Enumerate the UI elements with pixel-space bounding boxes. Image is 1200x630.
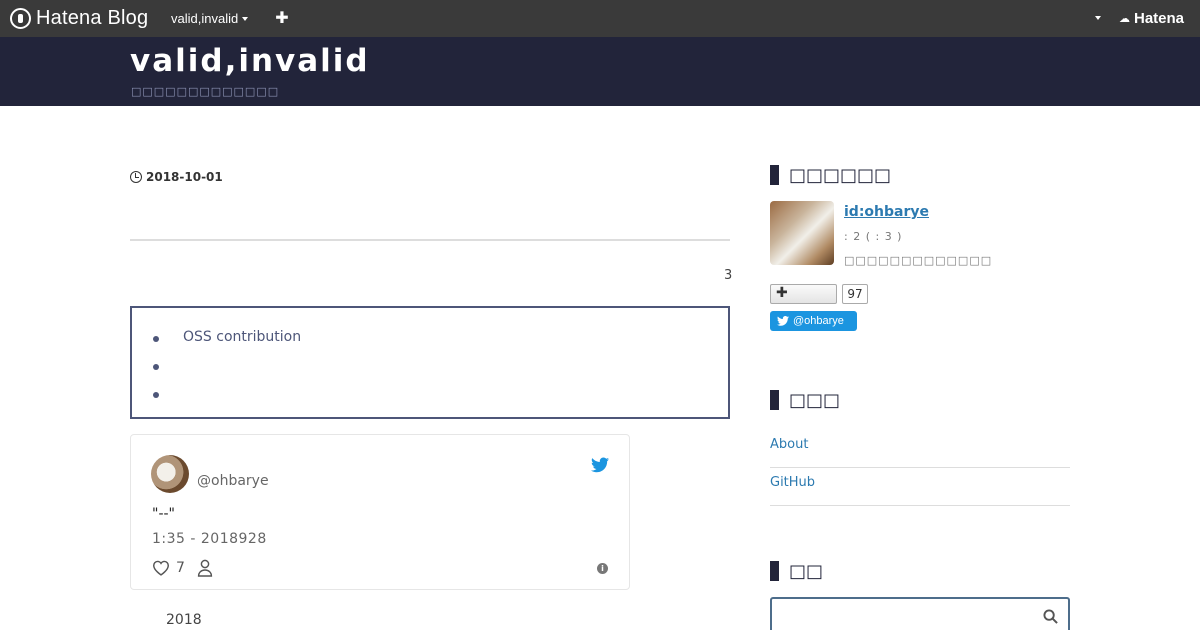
tweet-timestamp[interactable]: 1:35 - 2018928 [152, 531, 267, 547]
blog-header: valid,invalid □□□□□□□□□□□□□ [0, 37, 1200, 106]
search-icon[interactable] [1043, 609, 1058, 624]
twitter-bird-icon[interactable] [591, 457, 609, 473]
links-module-title: □□□ [770, 389, 841, 411]
heart-icon[interactable] [152, 560, 170, 576]
tweet-handle[interactable]: @ohbarye [197, 473, 269, 489]
title-bar-decoration [770, 165, 779, 185]
hatena-label: Hatena [1134, 10, 1185, 27]
new-post-button[interactable]: ✚ [274, 9, 290, 27]
hatena-home-link[interactable]: ☁ Hatena [1119, 10, 1184, 27]
title-bar-decoration [770, 561, 779, 581]
hatena-blog-logo[interactable]: Hatena Blog [10, 7, 148, 29]
search-module-title: □□ [770, 560, 824, 582]
archive-year[interactable]: 2018 [166, 612, 202, 628]
search-form [770, 597, 1070, 630]
toc-item[interactable]: OSS contribution [152, 329, 301, 357]
like-count: 7 [176, 560, 185, 576]
person-icon[interactable] [197, 559, 213, 577]
chevron-down-icon [242, 16, 249, 21]
tweet-actions: 7 [152, 559, 213, 577]
sidebar-link-about[interactable]: About [770, 430, 1070, 468]
tweet-text: "--" [152, 506, 175, 522]
twitter-follow-label: @ohbarye [793, 315, 844, 327]
links-title-text: □□□ [789, 389, 841, 411]
hatena-cloud-icon: ☁ [1119, 12, 1130, 25]
brand-label: Hatena Blog [36, 6, 149, 29]
blog-title[interactable]: valid,invalid [130, 43, 370, 79]
profile-reader-stats: : 2 ( : 3 ) [844, 230, 903, 243]
toc-list: OSS contribution [152, 329, 301, 413]
subscribe-button[interactable]: ✚ [770, 284, 837, 304]
profile-description: □□□□□□□□□□□□□ [844, 254, 993, 267]
user-menu-chevron-icon[interactable] [1095, 16, 1101, 20]
twitter-follow-button[interactable]: @ohbarye [770, 311, 857, 331]
profile-avatar[interactable] [770, 201, 834, 265]
global-header: Hatena Blog valid,invalid ✚ ☁ Hatena [0, 0, 1200, 37]
reader-count: 97 [842, 284, 868, 304]
entry-date[interactable]: 2018-10-01 [130, 170, 223, 184]
title-bar-decoration [770, 390, 779, 410]
entry-title-divider [130, 239, 730, 241]
table-of-contents: OSS contribution [130, 306, 730, 419]
blog-switcher[interactable]: valid,invalid [171, 11, 249, 26]
tweet-avatar[interactable] [151, 455, 189, 493]
info-icon[interactable]: i [597, 563, 608, 574]
search-input[interactable] [778, 603, 1028, 630]
hatena-logo-icon [10, 7, 31, 29]
sidebar-link-github[interactable]: GitHub [770, 468, 1070, 506]
entry-count: 3 [724, 268, 733, 283]
profile-id-link[interactable]: id:ohbarye [844, 204, 929, 220]
search-title-text: □□ [789, 560, 824, 582]
entry-date-text: 2018-10-01 [146, 170, 223, 184]
twitter-bird-icon [777, 316, 789, 326]
blog-description: □□□□□□□□□□□□□ [131, 85, 280, 98]
profile-title-text: □□□□□□ [789, 164, 892, 186]
clock-icon [130, 171, 142, 183]
toc-item[interactable] [152, 385, 301, 413]
toc-item[interactable] [152, 357, 301, 385]
profile-module-title: □□□□□□ [770, 164, 892, 186]
blog-switcher-label: valid,invalid [171, 11, 239, 26]
embedded-tweet[interactable]: @ohbarye "--" 1:35 - 2018928 7 i [130, 434, 630, 590]
